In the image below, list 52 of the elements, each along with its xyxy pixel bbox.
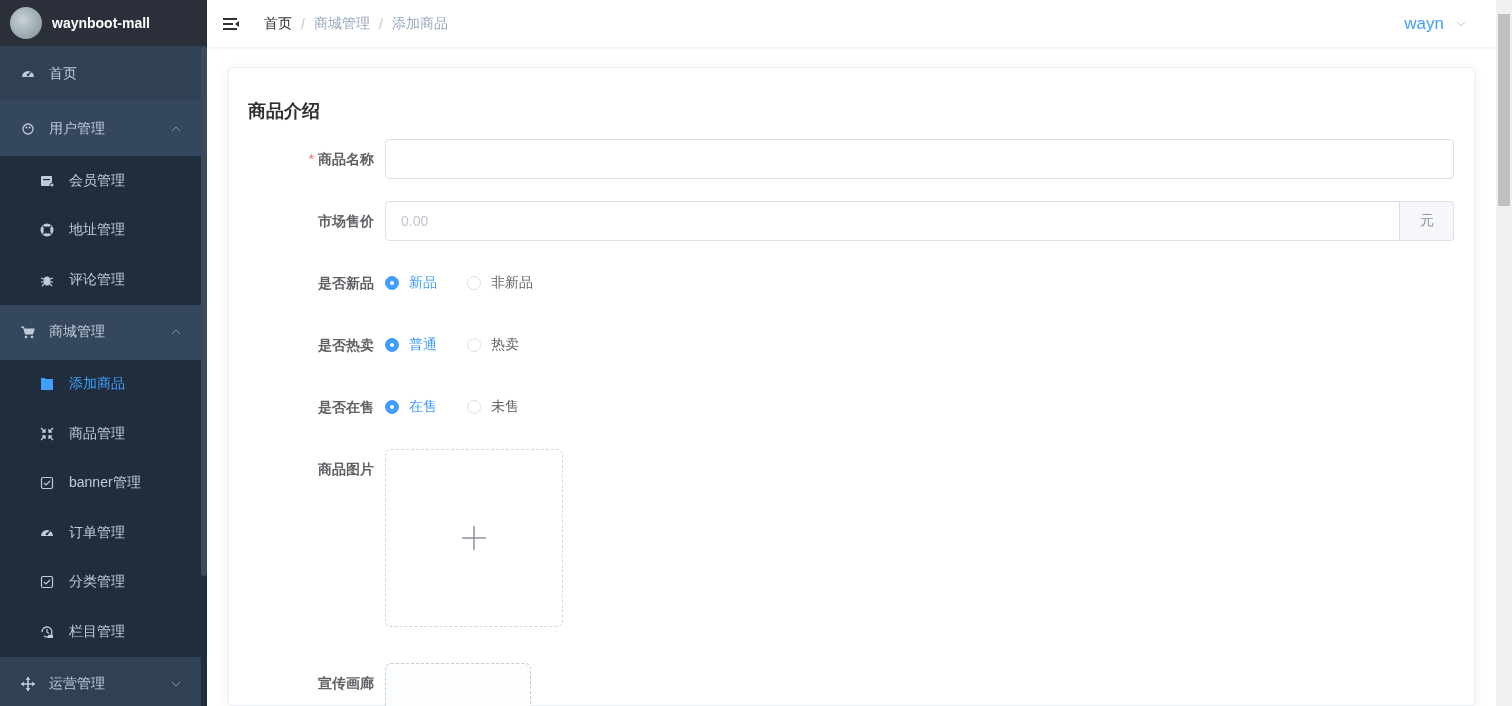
chevron-down-icon <box>171 681 181 687</box>
breadcrumb-separator: / <box>301 15 305 32</box>
menu-icon[interactable] <box>222 15 240 32</box>
radio-option[interactable]: 热卖 <box>467 336 519 354</box>
menu-item[interactable]: 分类管理 <box>0 557 201 607</box>
radio-option[interactable]: 未售 <box>467 398 519 416</box>
menu-item[interactable]: 评论管理 <box>0 255 201 305</box>
field-label: 是否热卖 <box>317 336 375 355</box>
scrollbar[interactable] <box>201 46 207 576</box>
radio-option[interactable]: 非新品 <box>467 274 533 292</box>
history-icon <box>39 623 55 640</box>
menu-item[interactable]: 商品管理 <box>0 409 201 459</box>
lifebuoy-icon <box>39 222 55 239</box>
radio-button[interactable] <box>385 276 399 290</box>
breadcrumb-separator: / <box>378 15 383 32</box>
field-label: 宣传画廊 <box>317 674 375 693</box>
breadcrumb-item: 添加商品 <box>391 14 448 33</box>
radio-button[interactable] <box>385 400 399 414</box>
chevron-up-icon <box>171 125 181 132</box>
menu-group[interactable]: 用户管理 <box>0 101 201 156</box>
plus-icon <box>461 525 487 551</box>
chevron-up-icon <box>171 329 181 335</box>
unit-suffix: 元 <box>1400 201 1454 241</box>
section-title: 商品介绍 <box>248 100 321 123</box>
chevron-down-icon <box>1456 20 1466 27</box>
menu-group[interactable]: 商城管理 <box>0 304 201 360</box>
radio-button[interactable] <box>385 338 399 352</box>
field-label: 是否新品 <box>317 274 375 293</box>
field-label: 商品图片 <box>317 460 375 479</box>
folder-icon <box>39 376 55 393</box>
checkbox-icon <box>39 475 55 492</box>
field-label: 市场售价 <box>317 212 375 231</box>
breadcrumb-item: 商城管理 <box>313 14 370 33</box>
menu-item[interactable]: 地址管理 <box>0 205 201 255</box>
menu-item[interactable]: 添加商品 <box>0 359 201 409</box>
input-field[interactable] <box>385 139 1454 179</box>
menu-item[interactable]: 会员管理 <box>0 156 201 206</box>
field-label: * 商品名称 <box>307 150 375 169</box>
cart-icon <box>20 324 36 340</box>
menu-item[interactable]: 订单管理 <box>0 508 201 558</box>
field-label: 是否在售 <box>317 398 375 417</box>
menu-item[interactable]: 栏目管理 <box>0 607 201 657</box>
move-icon <box>20 676 36 692</box>
scrollbar[interactable] <box>1496 0 1512 706</box>
breadcrumb-item[interactable]: 首页 <box>264 14 292 33</box>
upload-area[interactable] <box>385 449 563 627</box>
shrink-icon <box>39 425 55 442</box>
price-field[interactable]: 0.00 <box>385 201 1400 241</box>
logo-avatar <box>10 7 42 39</box>
app-title: waynboot-mall <box>52 15 150 31</box>
checkbox-icon <box>39 574 55 591</box>
menu-item[interactable]: banner管理 <box>0 458 201 508</box>
